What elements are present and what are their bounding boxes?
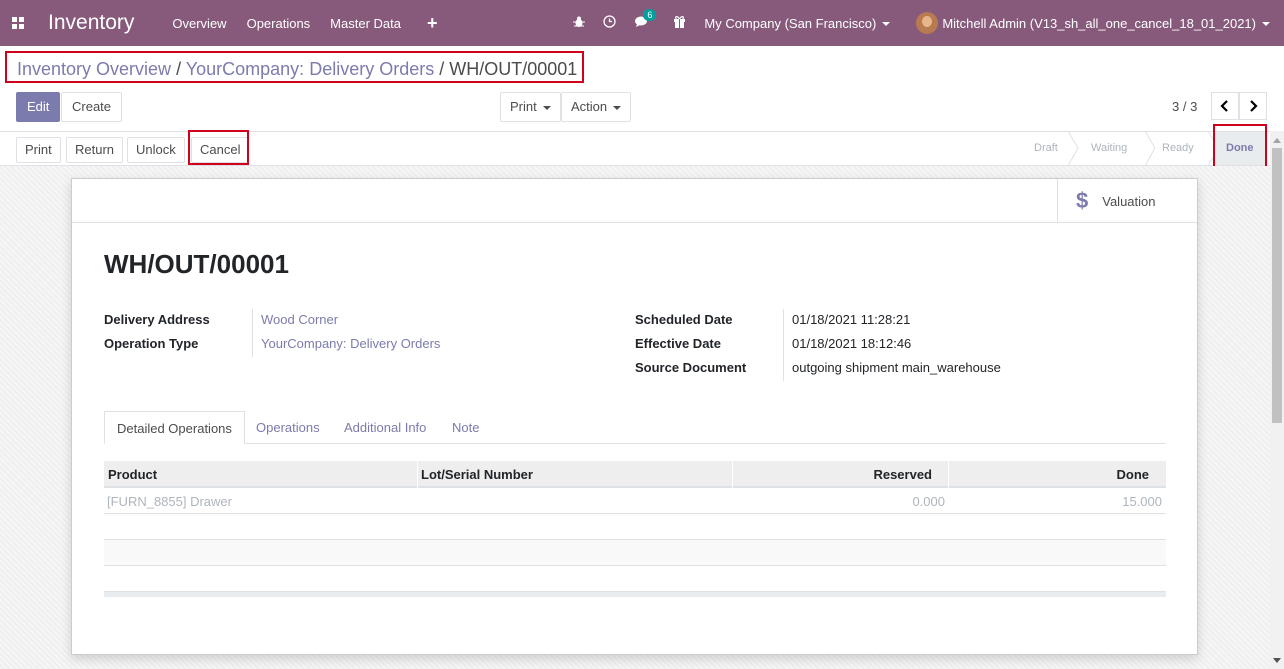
column-done[interactable]: Done <box>1117 467 1150 482</box>
cell-done: 15.000 <box>1122 494 1162 509</box>
scheduled-date-value: 01/18/2021 11:28:21 <box>792 312 911 327</box>
source-document-label: Source Document <box>635 360 747 375</box>
column-divider <box>948 461 949 488</box>
table-row[interactable]: [FURN_8855] Drawer 0.000 15.000 <box>104 488 1166 514</box>
scroll-up-icon[interactable] <box>1273 138 1281 143</box>
valuation-label: Valuation <box>1102 193 1156 209</box>
print-dropdown[interactable]: Print <box>500 92 561 122</box>
clock-icon[interactable] <box>603 15 617 31</box>
pager-value[interactable]: 3 / 3 <box>1172 99 1197 114</box>
empty-row <box>104 566 1166 592</box>
breadcrumb-delivery-orders[interactable]: YourCompany: Delivery Orders <box>186 59 434 79</box>
scrollbar-thumb[interactable] <box>1272 148 1282 423</box>
breadcrumb-current: WH/OUT/00001 <box>449 59 578 79</box>
valuation-button[interactable]: $ Valuation <box>1057 179 1197 223</box>
chevron-down-icon <box>882 22 891 27</box>
empty-row <box>104 514 1166 540</box>
column-divider <box>732 461 733 488</box>
cell-reserved: 0.000 <box>912 494 945 509</box>
cell-product: [FURN_8855] Drawer <box>107 494 232 509</box>
table-header: Product Lot/Serial Number Reserved Done <box>104 461 1166 488</box>
systray: 6 My Company (San Francisco) Mitchell Ad… <box>573 0 1284 46</box>
chat-icon[interactable]: 6 <box>634 8 657 31</box>
company-name: My Company (San Francisco) <box>704 15 877 31</box>
smart-button-box: $ Valuation <box>72 179 1197 223</box>
breadcrumb: Inventory Overview / YourCompany: Delive… <box>5 51 584 83</box>
top-navbar: Inventory Overview Operations Master Dat… <box>0 0 1284 46</box>
pager-next-button[interactable] <box>1239 92 1267 120</box>
menu-overview[interactable]: Overview <box>172 16 226 31</box>
effective-date-value: 01/18/2021 18:12:46 <box>792 336 912 351</box>
dollar-icon: $ <box>1076 188 1089 213</box>
chevron-down-icon <box>613 105 622 110</box>
return-button[interactable]: Return <box>66 137 124 163</box>
operation-type-label: Operation Type <box>104 336 199 351</box>
stage-ready[interactable]: Ready <box>1162 142 1194 154</box>
action-dropdown[interactable]: Action <box>561 92 632 122</box>
menu-operations[interactable]: Operations <box>247 16 311 31</box>
stage-draft[interactable]: Draft <box>1034 142 1058 154</box>
empty-row <box>104 540 1166 566</box>
record-title: WH/OUT/00001 <box>104 249 289 279</box>
user-name: Mitchell Admin (V13_sh_all_one_cancel_18… <box>942 15 1256 31</box>
column-divider <box>417 461 418 488</box>
tab-detailed-operations[interactable]: Detailed Operations <box>104 411 245 444</box>
app-title[interactable]: Inventory <box>48 11 134 35</box>
edit-button[interactable]: Edit <box>16 92 61 122</box>
action-label: Action <box>571 99 608 114</box>
print-label: Print <box>510 99 537 114</box>
delivery-address-value[interactable]: Wood Corner <box>261 312 338 327</box>
field-divider <box>252 309 253 357</box>
bug-icon[interactable] <box>573 16 586 31</box>
field-divider <box>783 309 784 381</box>
gift-icon[interactable] <box>673 15 686 31</box>
menu-master-data[interactable]: Master Data <box>330 16 401 31</box>
create-button[interactable]: Create <box>61 92 123 122</box>
table-footer <box>104 591 1166 597</box>
avatar[interactable] <box>916 12 939 34</box>
print-button[interactable]: Print <box>16 137 61 163</box>
tab-note[interactable]: Note <box>452 411 479 444</box>
pager-prev-button[interactable] <box>1211 92 1239 120</box>
source-document-value: outgoing shipment main_warehouse <box>792 360 1001 375</box>
stage-waiting[interactable]: Waiting <box>1091 142 1127 154</box>
tab-additional-info[interactable]: Additional Info <box>344 411 426 444</box>
cancel-highlight <box>188 130 249 165</box>
scroll-down-icon[interactable] <box>1273 658 1281 663</box>
column-reserved[interactable]: Reserved <box>873 467 932 482</box>
user-menu[interactable]: Mitchell Admin (V13_sh_all_one_cancel_18… <box>942 16 1270 31</box>
form-sheet: $ Valuation WH/OUT/00001 Delivery Addres… <box>71 178 1198 655</box>
chevron-down-icon <box>542 105 551 110</box>
unlock-button[interactable]: Unlock <box>127 137 185 163</box>
scheduled-date-label: Scheduled Date <box>635 312 733 327</box>
chat-badge: 6 <box>643 8 657 21</box>
tab-operations[interactable]: Operations <box>256 411 320 444</box>
add-menu-icon[interactable]: + <box>427 13 438 34</box>
chevron-left-icon <box>1220 100 1228 112</box>
column-product[interactable]: Product <box>108 467 157 482</box>
operation-type-value[interactable]: YourCompany: Delivery Orders <box>261 336 440 351</box>
delivery-address-label: Delivery Address <box>104 312 210 327</box>
chevron-down-icon <box>1262 22 1270 27</box>
apps-menu-icon[interactable] <box>12 17 24 29</box>
effective-date-label: Effective Date <box>635 336 721 351</box>
company-switcher[interactable]: My Company (San Francisco) <box>704 15 891 31</box>
chevron-right-icon <box>1250 100 1258 112</box>
breadcrumb-separator: / <box>176 59 182 79</box>
column-lot-serial[interactable]: Lot/Serial Number <box>421 467 533 482</box>
breadcrumb-inventory-overview[interactable]: Inventory Overview <box>17 59 171 79</box>
notebook-tabs: Detailed Operations Operations Additiona… <box>104 411 1166 444</box>
breadcrumb-separator: / <box>439 59 445 79</box>
